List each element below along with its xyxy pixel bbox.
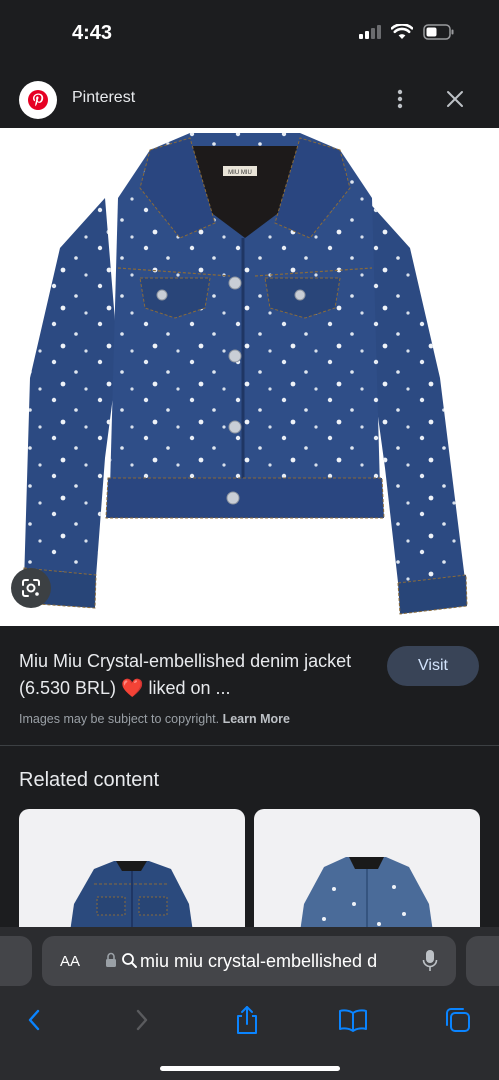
site-name[interactable]: Pinterest: [72, 89, 135, 107]
home-indicator: [160, 1066, 340, 1071]
status-bar: 4:43: [0, 0, 499, 70]
previous-tab-preview[interactable]: [0, 936, 32, 986]
copyright-notice: Images may be subject to copyright. Lear…: [19, 712, 290, 726]
related-jacket-image: [300, 857, 433, 927]
cellular-signal-icon: [359, 25, 381, 39]
wifi-icon: [391, 24, 413, 39]
visit-button[interactable]: Visit: [387, 646, 479, 686]
denim-jacket-image: MIU MIU: [22, 133, 468, 615]
browser-toolbar: [0, 997, 499, 1080]
related-content-section: Related content: [0, 747, 499, 927]
search-icon: [122, 953, 137, 968]
bookmarks-icon[interactable]: [333, 1002, 373, 1038]
back-icon[interactable]: [14, 1002, 54, 1038]
result-title[interactable]: Miu Miu Crystal-embellished denim jacket…: [19, 648, 369, 702]
copyright-text: Images may be subject to copyright.: [19, 712, 220, 726]
related-content-title: Related content: [19, 769, 160, 791]
address-bar[interactable]: AA miu miu crystal-embellished d: [42, 936, 456, 986]
google-lens-icon[interactable]: [11, 568, 51, 608]
address-url[interactable]: miu miu crystal-embellished d: [140, 951, 402, 972]
pinterest-logo-icon: [19, 81, 57, 119]
result-image[interactable]: MIU MIU: [0, 128, 499, 626]
status-icons: [359, 24, 455, 40]
reader-mode-button[interactable]: AA: [60, 953, 80, 970]
lock-icon: [106, 952, 116, 967]
result-info: Miu Miu Crystal-embellished denim jacket…: [0, 626, 499, 746]
forward-icon[interactable]: [122, 1002, 162, 1038]
share-icon[interactable]: [227, 1002, 267, 1038]
close-icon[interactable]: [440, 84, 470, 114]
result-header: Pinterest: [0, 70, 499, 128]
tabs-icon[interactable]: [438, 1002, 478, 1038]
microphone-icon[interactable]: [422, 949, 438, 973]
collar-label: MIU MIU: [228, 170, 252, 176]
more-options-icon[interactable]: [388, 84, 412, 114]
status-time: 4:43: [72, 22, 113, 44]
next-tab-preview[interactable]: [466, 936, 499, 986]
learn-more-link[interactable]: Learn More: [223, 712, 290, 726]
address-bar-area: AA miu miu crystal-embellished d: [0, 927, 499, 997]
battery-icon: [423, 24, 454, 40]
related-card[interactable]: [19, 809, 245, 927]
related-jacket-image: [70, 861, 193, 927]
related-card[interactable]: [254, 809, 480, 927]
